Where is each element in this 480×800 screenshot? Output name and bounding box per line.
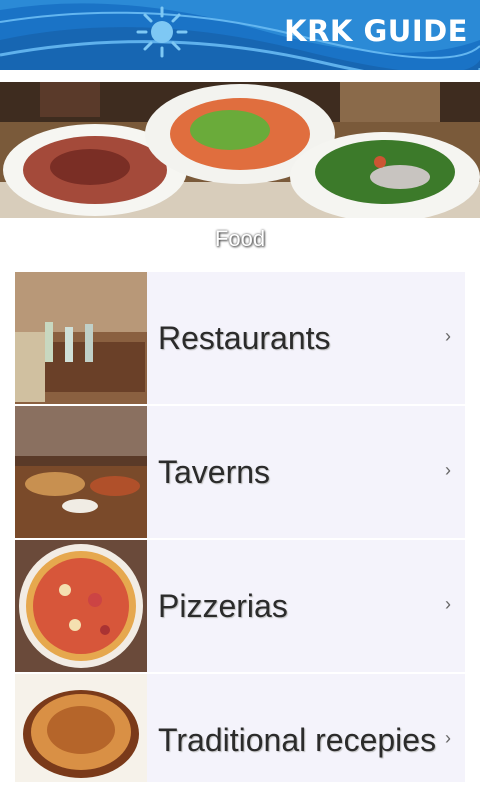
- food-banner-image: [0, 82, 480, 218]
- chevron-right-icon: ›: [445, 594, 451, 614]
- taverns-thumbnail: [15, 406, 147, 538]
- list-item-label: Pizzerias: [158, 588, 288, 624]
- list-item-pizzerias[interactable]: Pizzerias ›: [15, 540, 465, 672]
- section-caption: Food: [214, 226, 266, 251]
- chevron-right-icon: ›: [445, 460, 451, 480]
- chevron-right-icon: ›: [445, 728, 451, 748]
- app-title: KRK GUIDE: [284, 14, 468, 48]
- list-item-traditional-recepies[interactable]: Traditional recepies ›: [15, 674, 465, 782]
- category-list: Restaurants › Taverns › Pizzerias › Trad…: [15, 272, 465, 784]
- chevron-right-icon: ›: [445, 326, 451, 346]
- list-item-label: Traditional recepies: [158, 722, 437, 758]
- list-item-label: Taverns: [158, 454, 271, 490]
- app-header: KRK GUIDE: [0, 0, 480, 70]
- pizzerias-thumbnail: [15, 540, 147, 672]
- sun-icon: [136, 6, 188, 58]
- restaurants-thumbnail: [15, 272, 147, 404]
- list-item-label: Restaurants: [158, 320, 331, 356]
- list-item-restaurants[interactable]: Restaurants ›: [15, 272, 465, 404]
- list-item-taverns[interactable]: Taverns ›: [15, 406, 465, 538]
- traditional-recepies-thumbnail: [15, 674, 147, 782]
